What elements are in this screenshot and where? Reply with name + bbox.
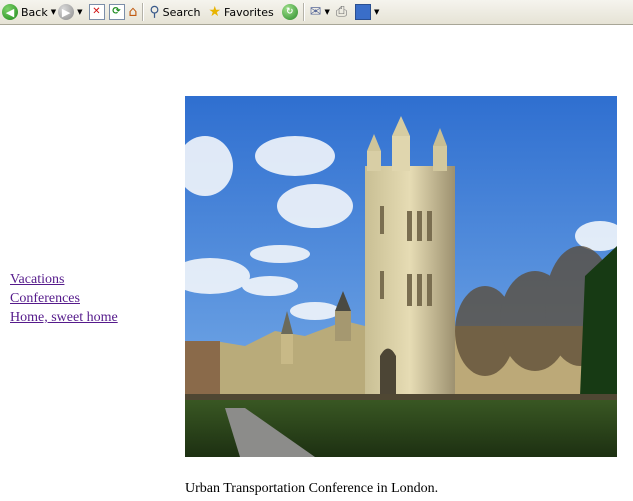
refresh-icon: ⟳ bbox=[108, 4, 125, 20]
history-button[interactable]: ↻ bbox=[280, 1, 300, 23]
forward-arrow-icon: ▶ bbox=[58, 4, 75, 20]
edit-dropdown-arrow-icon[interactable]: ▼ bbox=[374, 8, 379, 16]
palace-tower-photo bbox=[185, 96, 617, 457]
favorites-label: Favorites bbox=[224, 5, 274, 19]
nav-link-conferences[interactable]: Conferences bbox=[10, 289, 118, 308]
forward-button[interactable]: ▶ bbox=[56, 1, 76, 23]
photo-caption: Urban Transportation Conference in Londo… bbox=[185, 481, 439, 496]
print-button[interactable]: ⎙ bbox=[334, 1, 349, 23]
home-button[interactable]: ⌂ bbox=[127, 1, 140, 23]
toolbar-separator bbox=[302, 3, 305, 21]
home-icon: ⌂ bbox=[128, 4, 138, 20]
toolbar-separator bbox=[142, 3, 145, 21]
print-icon: ⎙ bbox=[335, 4, 348, 20]
favorites-button[interactable]: ★ Favorites bbox=[206, 1, 275, 23]
back-button[interactable]: ◀ Back bbox=[0, 1, 50, 23]
history-icon: ↻ bbox=[281, 4, 298, 20]
nav-link-vacations[interactable]: Vacations bbox=[10, 270, 118, 289]
refresh-button[interactable]: ⟳ bbox=[107, 1, 127, 23]
photo-illustration bbox=[185, 96, 617, 457]
mail-icon: ✉ bbox=[309, 4, 322, 20]
search-button[interactable]: ⚲ Search bbox=[147, 1, 202, 23]
search-icon: ⚲ bbox=[149, 4, 160, 20]
stop-button[interactable]: ✕ bbox=[87, 1, 107, 23]
back-arrow-icon: ◀ bbox=[2, 4, 18, 20]
edit-window-icon bbox=[355, 4, 372, 20]
forward-dropdown-arrow-icon[interactable]: ▼ bbox=[77, 8, 82, 16]
mail-button[interactable]: ✉ bbox=[308, 1, 324, 23]
favorites-star-icon: ★ bbox=[208, 4, 222, 20]
mail-dropdown-arrow-icon[interactable]: ▼ bbox=[324, 8, 329, 16]
search-label: Search bbox=[162, 5, 201, 19]
edit-button[interactable] bbox=[353, 1, 373, 23]
nav-link-home[interactable]: Home, sweet home bbox=[10, 308, 118, 327]
back-label: Back bbox=[21, 5, 48, 19]
stop-icon: ✕ bbox=[88, 4, 105, 20]
nav-links: Vacations Conferences Home, sweet home bbox=[10, 270, 118, 327]
browser-toolbar: ◀ Back ▼ ▶ ▼ ✕ ⟳ ⌂ ⚲ Search ★ Favorites … bbox=[0, 0, 633, 25]
